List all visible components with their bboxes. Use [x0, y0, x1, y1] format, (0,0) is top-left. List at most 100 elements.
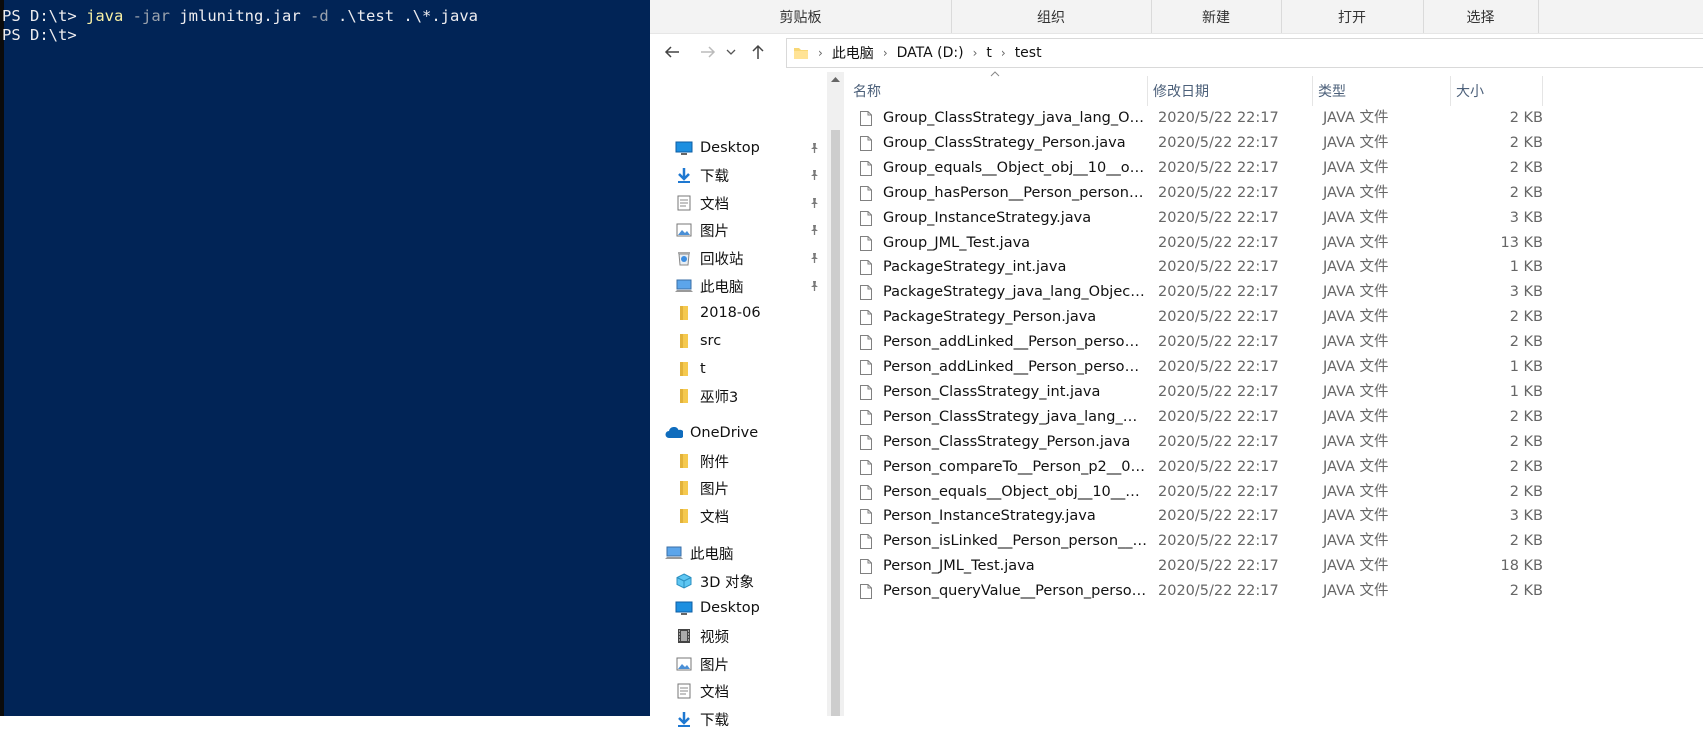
file-row[interactable]: Person_queryValue__Person_person__0.java…: [860, 578, 1560, 605]
file-icon: [860, 360, 872, 375]
ribbon-group-clipboard[interactable]: 剪贴板: [650, 0, 952, 33]
ribbon-group-open[interactable]: 打开: [1281, 0, 1424, 33]
file-size: 1 KB: [1509, 259, 1543, 276]
file-name: Person_InstanceStrategy.java: [883, 508, 1096, 525]
file-size: 2 KB: [1509, 433, 1543, 450]
nav-item-18[interactable]: 视频: [675, 622, 729, 650]
file-row[interactable]: Person_JML_Test.java 2020/5/22 22:17 JAVA …: [860, 553, 1560, 580]
file-row[interactable]: Group_hasPerson__Person_person__0.java 20…: [860, 180, 1560, 207]
nav-item-20[interactable]: 文档: [675, 677, 729, 705]
file-row[interactable]: Person_ClassStrategy_int.java 2020/5/22 2…: [860, 379, 1560, 406]
breadcrumb-test[interactable]: test: [1015, 45, 1042, 61]
file-icon: [860, 409, 872, 425]
file-size: 13 KB: [1500, 234, 1543, 251]
nav-item-1[interactable]: Desktop: [675, 134, 760, 162]
nav-item-14[interactable]: 文档: [675, 502, 729, 530]
file-row[interactable]: Person_ClassStrategy_Person.java 2020/5/2…: [860, 429, 1560, 456]
scrollbar-thumb[interactable]: [831, 130, 840, 716]
file-date: 2020/5/22 22:17: [1158, 209, 1279, 226]
file-type: JAVA 文件: [1323, 408, 1389, 425]
file-name: Person_ClassStrategy_java_lang_Object.ja…: [883, 408, 1148, 425]
recent-locations-button[interactable]: [722, 34, 740, 70]
nav-item-4[interactable]: 图片: [675, 216, 729, 244]
file-row[interactable]: PackageStrategy_int.java 2020/5/22 22:17 J…: [860, 254, 1560, 281]
up-button[interactable]: [746, 34, 770, 70]
file-row[interactable]: Person_addLinked__Person_person__0.java 2…: [860, 329, 1560, 356]
address-input[interactable]: › 此电脑 › DATA (D:) › t › test: [786, 38, 1703, 68]
file-name: Group_JML_Test.java: [883, 234, 1031, 251]
back-button[interactable]: [660, 34, 684, 70]
breadcrumb-t[interactable]: t: [986, 45, 992, 61]
file-row[interactable]: Person_equals__Object_obj__10__obj.java 2…: [860, 479, 1560, 506]
nav-item-16[interactable]: 3D 对象: [675, 567, 754, 595]
column-divider[interactable]: [1312, 76, 1313, 106]
nav-item-label: 回收站: [700, 251, 744, 268]
file-name: PackageStrategy_java_lang_Object.java: [883, 284, 1148, 301]
nav-item-17[interactable]: Desktop: [675, 594, 760, 622]
nav-item-6[interactable]: 此电脑: [675, 272, 744, 300]
file-date: 2020/5/22 22:17: [1158, 284, 1279, 301]
nav-item-label: 文档: [700, 196, 729, 213]
nav-item-label: 文档: [700, 684, 729, 701]
ribbon-group-select[interactable]: 选择: [1423, 0, 1539, 33]
nav-item-label: 2018-06: [700, 305, 761, 321]
nav-item-11[interactable]: OneDrive: [665, 419, 758, 447]
file-row[interactable]: Person_ClassStrategy_java_lang_Object.ja…: [860, 404, 1560, 431]
file-icon: [860, 185, 872, 201]
file-row[interactable]: Person_InstanceStrategy.java 2020/5/22 22…: [860, 503, 1560, 530]
nav-item-label: 视频: [700, 629, 729, 646]
file-date: 2020/5/22 22:17: [1158, 110, 1279, 126]
nav-item-10[interactable]: 巫师3: [675, 382, 738, 410]
column-divider[interactable]: [1147, 76, 1148, 106]
file-icon: [860, 235, 872, 251]
navigation-scrollbar[interactable]: [827, 72, 844, 716]
file-icon: [860, 135, 872, 151]
file-row[interactable]: PackageStrategy_java_lang_Object.java 202…: [860, 279, 1560, 306]
terminal-edge: [0, 0, 4, 716]
file-type: JAVA 文件: [1323, 583, 1389, 600]
ribbon-group-new[interactable]: 新建: [1151, 0, 1282, 33]
nav-item-9[interactable]: t: [675, 355, 706, 383]
terminal-output[interactable]: PS D:\t> java -jar jmlunitng.jar -d .\te…: [2, 7, 478, 45]
file-icon: [860, 111, 872, 126]
file-name: Group_InstanceStrategy.java: [883, 209, 1092, 226]
file-row[interactable]: Person_addLinked__Person_person__1.java 2…: [860, 354, 1560, 381]
file-size: 2 KB: [1509, 483, 1543, 500]
file-date: 2020/5/22 22:17: [1158, 159, 1279, 176]
nav-item-5[interactable]: 回收站: [675, 244, 744, 272]
column-divider[interactable]: [1450, 76, 1451, 106]
file-row[interactable]: PackageStrategy_Person.java 2020/5/22 22:…: [860, 304, 1560, 331]
file-row[interactable]: Group_ClassStrategy_Person.java 2020/5/22…: [860, 130, 1560, 157]
file-row[interactable]: Group_InstanceStrategy.java 2020/5/22 22:…: [860, 205, 1560, 232]
file-row[interactable]: Person_isLinked__Person_person__0__.java…: [860, 528, 1560, 555]
recycle-bin-icon: [675, 250, 693, 266]
nav-item-8[interactable]: src: [675, 327, 721, 355]
nav-item-3[interactable]: 文档: [675, 189, 729, 217]
nav-item-13[interactable]: 图片: [675, 474, 729, 502]
nav-item-19[interactable]: 图片: [675, 650, 729, 678]
nav-item-label: 巫师3: [700, 389, 739, 406]
file-type: JAVA 文件: [1323, 558, 1389, 575]
3d-objects-icon: [675, 573, 693, 589]
nav-item-12[interactable]: 附件: [675, 447, 729, 475]
powershell-terminal[interactable]: PS D:\t> java -jar jmlunitng.jar -d .\te…: [0, 0, 650, 716]
nav-item-15[interactable]: 此电脑: [665, 539, 734, 567]
file-date: 2020/5/22 22:17: [1158, 483, 1279, 500]
nav-item-7[interactable]: 2018-06: [675, 299, 761, 327]
file-row[interactable]: Group_ClassStrategy_java_lang_Object.jav…: [860, 105, 1560, 132]
column-divider[interactable]: [1542, 76, 1543, 106]
ribbon-group-organize[interactable]: 组织: [951, 0, 1152, 33]
scroll-up-icon[interactable]: [831, 76, 840, 82]
terminal-cmd-java: java: [86, 7, 124, 25]
terminal-cmd-jarfile: jmlunitng.jar: [179, 7, 301, 25]
breadcrumb-separator-icon: ›: [882, 46, 888, 60]
file-row[interactable]: Group_JML_Test.java 2020/5/22 22:17 JAVA 文…: [860, 230, 1560, 257]
breadcrumb-this-pc[interactable]: 此电脑: [832, 43, 874, 63]
nav-item-2[interactable]: 下载: [675, 161, 729, 189]
breadcrumb-data-drive[interactable]: DATA (D:): [897, 45, 964, 61]
forward-button[interactable]: [696, 34, 720, 70]
nav-item-21[interactable]: 下载: [675, 705, 729, 733]
file-row[interactable]: Group_equals__Object_obj__10__obj.java 20…: [860, 155, 1560, 182]
file-row[interactable]: Person_compareTo__Person_p2__0__.java 202…: [860, 454, 1560, 481]
file-type: JAVA 文件: [1323, 259, 1389, 276]
